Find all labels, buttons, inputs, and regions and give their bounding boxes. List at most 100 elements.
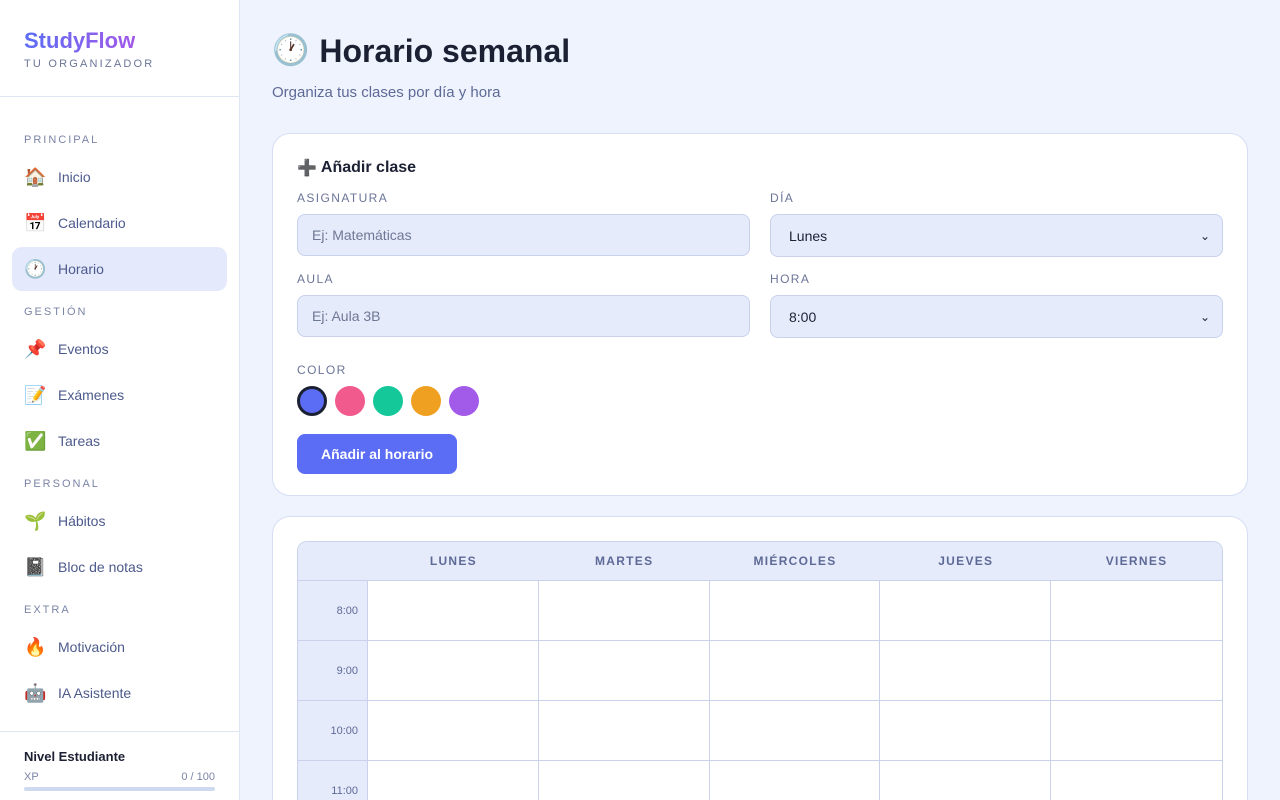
color-swatch[interactable] [373, 386, 403, 416]
xp-row: XP 0 / 100 [24, 771, 215, 783]
plus-icon: ➕ [297, 160, 317, 177]
color-swatch[interactable] [411, 386, 441, 416]
page-title: 🕐 Horario semanal [272, 32, 1248, 70]
hour-select[interactable]: 8:00 ⌄ [770, 295, 1223, 338]
sidebar-item-inicio[interactable]: 🏠 Inicio [12, 155, 227, 199]
card-title-text: Añadir clase [320, 159, 417, 176]
day-column-header: VIERNES [1051, 542, 1222, 581]
schedule-slot[interactable] [709, 641, 881, 701]
sidebar-item-motivación[interactable]: 🔥 Motivación [12, 625, 227, 669]
day-column-header: MIÉRCOLES [709, 542, 881, 581]
pushpin-icon: 📌 [24, 339, 47, 359]
room-label: AULA [297, 272, 334, 286]
color-swatch[interactable] [297, 386, 327, 416]
schedule-slot[interactable] [880, 581, 1052, 641]
clock-icon: 🕐 [24, 259, 47, 279]
nav-section-label: PRINCIPAL [24, 134, 100, 146]
sidebar-item-label: Calendario [58, 215, 126, 231]
schedule-slot[interactable] [1051, 701, 1222, 761]
color-label: COLOR [297, 363, 347, 377]
schedule-slot[interactable] [880, 701, 1052, 761]
room-input[interactable] [297, 295, 750, 337]
subject-input[interactable] [297, 214, 750, 256]
schedule-slot[interactable] [538, 641, 710, 701]
schedule-slot[interactable] [880, 641, 1052, 701]
sidebar-item-label: IA Asistente [58, 685, 132, 701]
add-to-schedule-button[interactable]: Añadir al horario [297, 434, 458, 474]
time-label: 9:00 [298, 641, 368, 701]
xp-value: 0 / 100 [181, 771, 215, 783]
xp-progress-bar [24, 787, 215, 791]
schedule-slot[interactable] [368, 761, 539, 800]
add-class-card: ➕ Añadir clase ASIGNATURA DÍA Lunes ⌄ AU… [272, 133, 1248, 496]
sidebar-item-tareas[interactable]: ✅ Tareas [12, 419, 227, 463]
grid-corner [298, 542, 368, 581]
brand-name: StudyFlow [24, 28, 136, 53]
sidebar: StudyFlow TU ORGANIZADOR PRINCIPAL 🏠 Inici… [0, 0, 240, 800]
page-title-text: Horario semanal [319, 32, 571, 69]
schedule-slot[interactable] [709, 701, 881, 761]
weekly-schedule-grid: LUNES MARTES MIÉRCOLES JUEVES VIERNES 8:00 9:0… [297, 541, 1223, 800]
subject-field-group: ASIGNATURA [297, 190, 750, 257]
schedule-slot[interactable] [1051, 641, 1222, 701]
sidebar-item-horario[interactable]: 🕐 Horario [12, 247, 227, 291]
day-label: DÍA [770, 191, 795, 205]
sidebar-item-ia-asistente[interactable]: 🤖 IA Asistente [12, 671, 227, 715]
sidebar-item-label: Hábitos [58, 513, 106, 529]
sidebar-item-label: Inicio [58, 169, 91, 185]
chevron-down-icon: ⌄ [1199, 228, 1210, 243]
level-panel: Nivel Estudiante XP 0 / 100 [0, 731, 239, 800]
color-swatches [297, 386, 1223, 416]
sidebar-item-label: Exámenes [58, 387, 125, 403]
schedule-slot[interactable] [368, 641, 539, 701]
sidebar-item-bloc-de-notas[interactable]: 📓 Bloc de notas [12, 545, 227, 589]
brand-subtitle: TU ORGANIZADOR [24, 58, 155, 70]
sidebar-item-label: Motivación [58, 639, 125, 655]
color-swatch[interactable] [449, 386, 479, 416]
main-content: 🕐 Horario semanal Organiza tus clases po… [240, 0, 1280, 800]
room-field-group: AULA [297, 271, 750, 338]
sidebar-item-label: Bloc de notas [58, 559, 143, 575]
schedule-slot[interactable] [538, 701, 710, 761]
sidebar-item-hábitos[interactable]: 🌱 Hábitos [12, 499, 227, 543]
seedling-icon: 🌱 [24, 511, 47, 531]
sidebar-item-exámenes[interactable]: 📝 Exámenes [12, 373, 227, 417]
schedule-slot[interactable] [1051, 761, 1222, 800]
schedule-slot[interactable] [538, 581, 710, 641]
hour-field-group: HORA 8:00 ⌄ [770, 271, 1223, 338]
level-title: Nivel Estudiante [24, 749, 126, 764]
subject-label: ASIGNATURA [297, 191, 389, 205]
day-select[interactable]: Lunes ⌄ [770, 214, 1223, 257]
form-grid: ASIGNATURA DÍA Lunes ⌄ AULA HORA [297, 190, 1223, 338]
memo-icon: 📝 [24, 385, 47, 405]
day-select-value: Lunes [789, 227, 828, 244]
sidebar-item-label: Eventos [58, 341, 109, 357]
nav-section-label: GESTIÓN [24, 306, 88, 318]
notebook-icon: 📓 [24, 557, 47, 577]
check-mark-icon: ✅ [24, 431, 47, 451]
nav-section-label: PERSONAL [24, 478, 100, 490]
schedule-slot[interactable] [368, 581, 539, 641]
house-icon: 🏠 [24, 167, 47, 187]
calendar-icon: 📅 [24, 213, 47, 233]
sidebar-item-eventos[interactable]: 📌 Eventos [12, 327, 227, 371]
clock-icon: 🕐 [272, 34, 310, 67]
time-label: 10:00 [298, 701, 368, 761]
schedule-slot[interactable] [709, 761, 881, 800]
schedule-slot[interactable] [368, 701, 539, 761]
xp-label: XP [24, 771, 39, 783]
schedule-card: LUNES MARTES MIÉRCOLES JUEVES VIERNES 8:00 9:0… [272, 516, 1248, 800]
sidebar-item-calendario[interactable]: 📅 Calendario [12, 201, 227, 245]
schedule-slot[interactable] [880, 761, 1052, 800]
schedule-slot[interactable] [538, 761, 710, 800]
schedule-slot[interactable] [709, 581, 881, 641]
time-label: 11:00 [298, 761, 368, 800]
card-title: ➕ Añadir clase [297, 158, 1223, 178]
page-subtitle: Organiza tus clases por día y hora [272, 84, 501, 101]
color-swatch[interactable] [335, 386, 365, 416]
brand: StudyFlow TU ORGANIZADOR [0, 0, 239, 97]
nav-section-label: EXTRA [24, 604, 71, 616]
sidebar-item-label: Tareas [58, 433, 101, 449]
time-label: 8:00 [298, 581, 368, 641]
schedule-slot[interactable] [1051, 581, 1222, 641]
